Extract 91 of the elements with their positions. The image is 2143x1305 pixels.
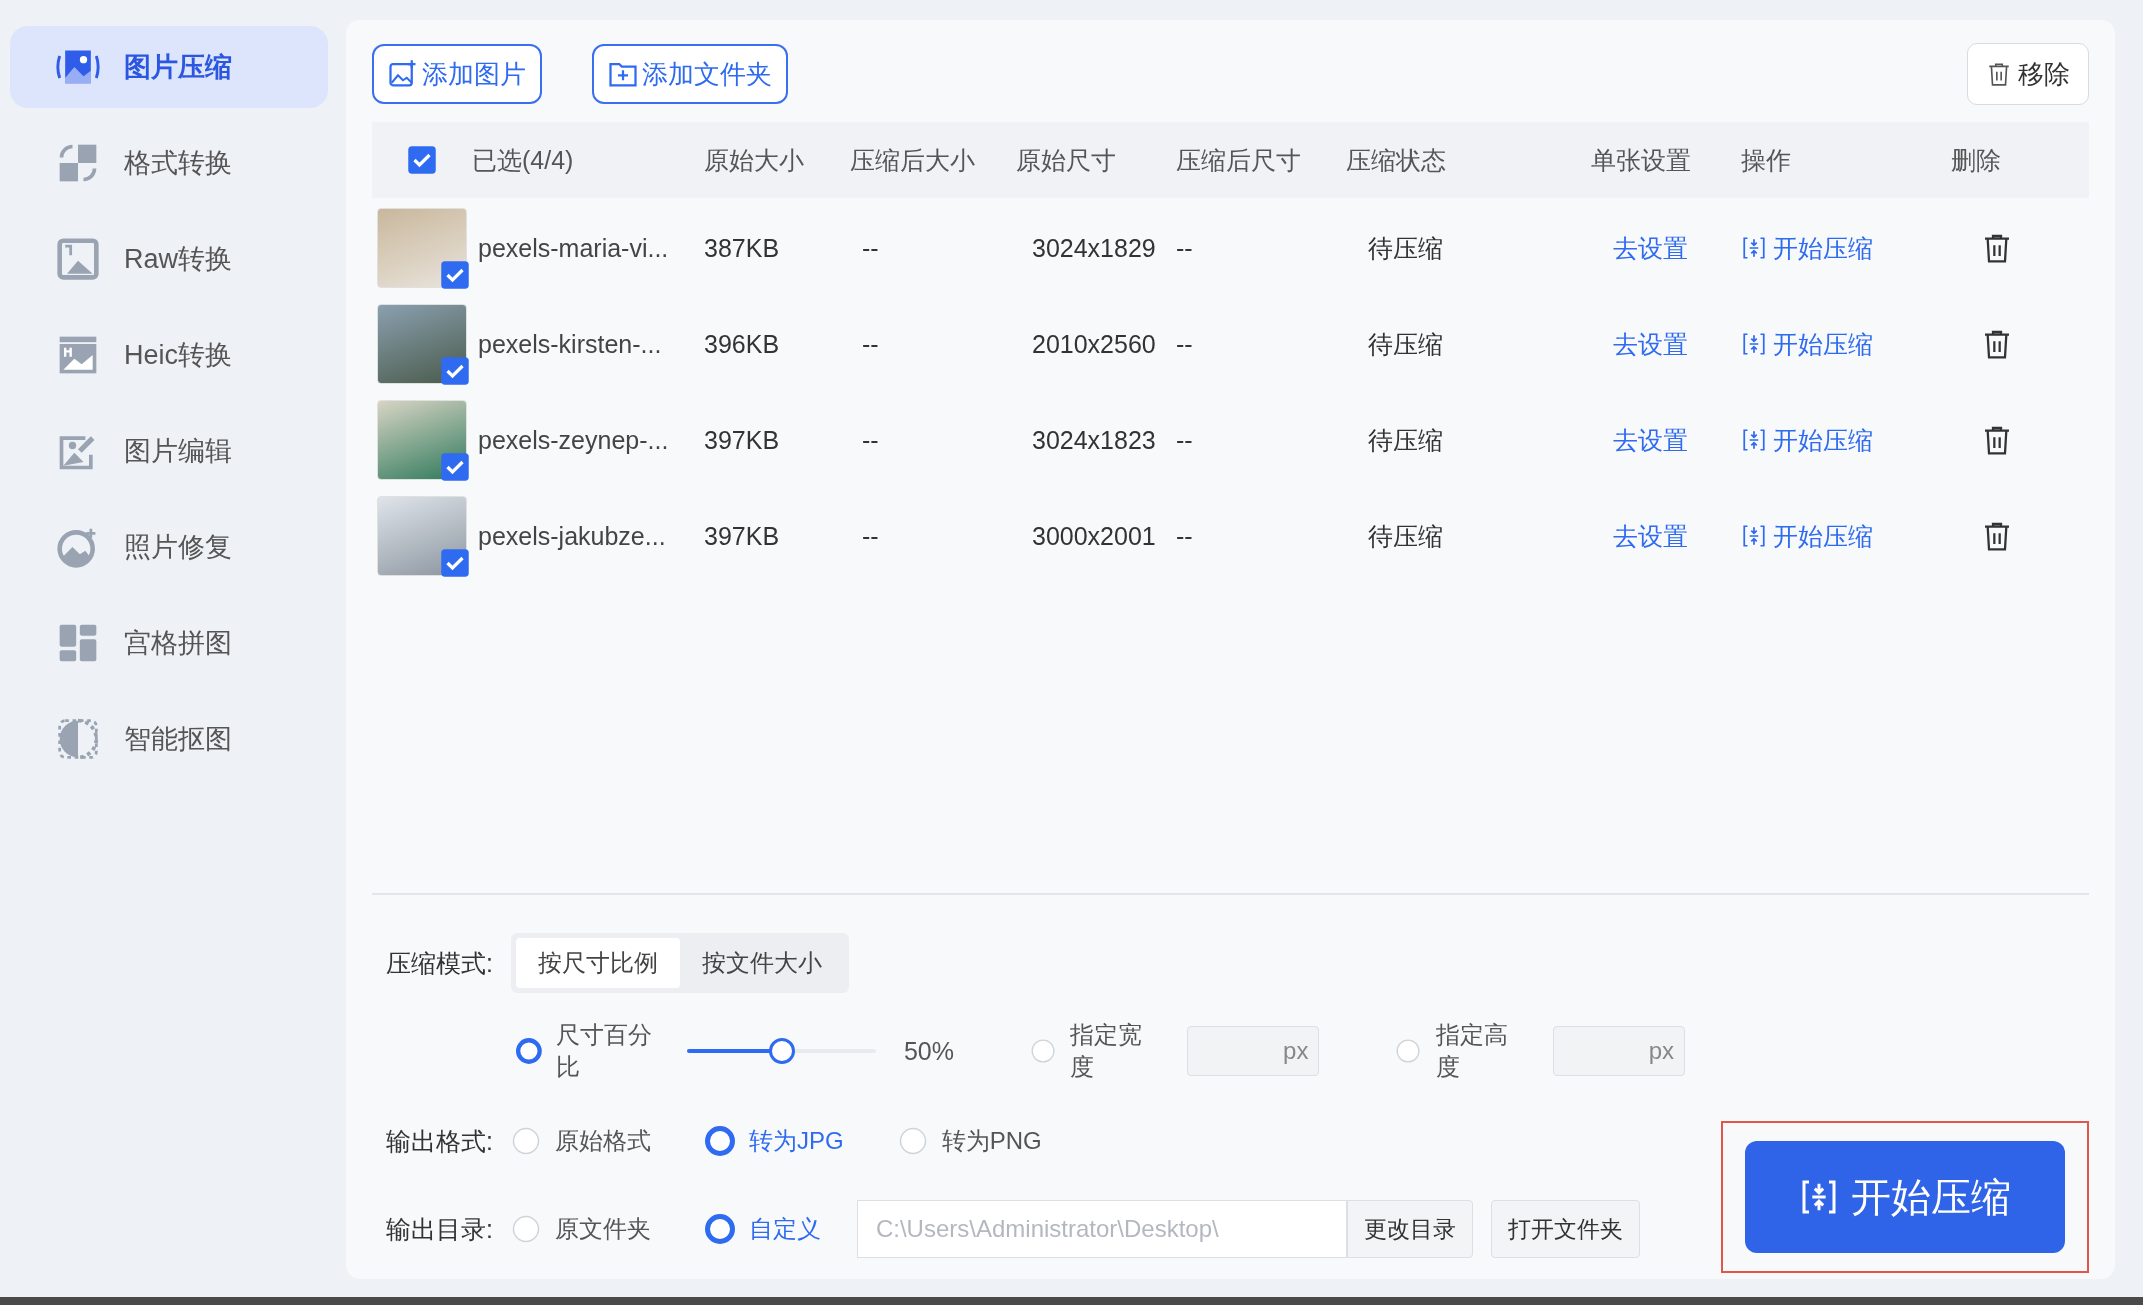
setting-label: 输出格式: [386, 1125, 493, 1157]
option-label[interactable]: 原始格式 [554, 1125, 651, 1157]
radio-button[interactable] [510, 1126, 541, 1156]
sidebar-item[interactable]: 宫格拼图 [10, 602, 328, 684]
table-cell-text: 2010x2560 [1031, 329, 1157, 359]
settings-link[interactable]: 去设置 [1613, 519, 1688, 553]
settings-link[interactable]: 去设置 [1613, 231, 1688, 265]
mode-tab[interactable]: 按文件大小 [679, 938, 844, 988]
change-directory-button[interactable]: 更改目录 [1346, 1200, 1473, 1258]
cutout-icon [56, 717, 100, 761]
add-image-icon [388, 59, 418, 89]
radio-button[interactable] [704, 1214, 735, 1244]
column-header: 原始大小 [704, 144, 805, 176]
start-compress-link[interactable]: 开始压缩 [1741, 519, 1873, 553]
file-name: pexels-kirsten-... [477, 329, 663, 359]
radio-button[interactable] [510, 1214, 541, 1244]
table-cell-text: 396KB [704, 329, 781, 359]
sidebar-item[interactable]: 智能抠图 [10, 698, 328, 780]
option-label[interactable]: 转为PNG [941, 1125, 1042, 1157]
sidebar-item[interactable]: Heic转换 [10, 314, 328, 396]
compress-icon [1741, 331, 1767, 357]
compress-icon [1741, 235, 1767, 261]
table-cell-text: 397KB [704, 425, 781, 455]
option-label[interactable]: 原文件夹 [554, 1213, 651, 1245]
column-header: 单张设置 [1591, 144, 1692, 176]
start-compress-link[interactable]: 开始压缩 [1741, 231, 1873, 265]
add-image-button[interactable]: 添加图片 [372, 44, 542, 104]
file-name: pexels-jakubze... [477, 521, 667, 551]
compress-icon [1741, 427, 1767, 453]
status-text: 待压缩 [1367, 424, 1444, 456]
table-cell-text: -- [1176, 425, 1194, 455]
table-cell-text: 387KB [704, 233, 781, 263]
radio-button[interactable] [704, 1126, 735, 1156]
table-cell-text: -- [861, 329, 880, 359]
option-label: 尺寸百分比 [555, 1020, 653, 1082]
status-text: 待压缩 [1367, 232, 1444, 264]
start-compress-link[interactable]: 开始压缩 [1741, 327, 1873, 361]
table-cell-text: 3024x1823 [1031, 425, 1157, 455]
table-cell-text: 3024x1829 [1031, 233, 1157, 263]
checkbox[interactable] [440, 356, 470, 386]
compress-icon [1741, 523, 1767, 549]
sidebar-item[interactable]: 照片修复 [10, 506, 328, 588]
sidebar-item[interactable]: 图片编辑 [10, 410, 328, 492]
file-name: pexels-maria-vi... [477, 233, 670, 263]
table-cell-text: -- [861, 425, 880, 455]
checkbox[interactable] [440, 548, 470, 578]
table-cell-text: -- [861, 521, 880, 551]
column-header: 压缩后尺寸 [1176, 144, 1302, 176]
percent-value: 50% [903, 1036, 954, 1066]
checkbox[interactable] [440, 452, 470, 482]
remove-button[interactable]: 移除 [1967, 43, 2089, 105]
option-label[interactable]: 自定义 [748, 1213, 821, 1245]
setting-label: 压缩模式: [386, 947, 493, 979]
sidebar-item[interactable]: 格式转换 [10, 122, 328, 204]
select-all-label: 已选(4/4) [472, 144, 575, 176]
trash-icon [1986, 61, 2012, 87]
checkbox[interactable] [440, 260, 470, 290]
settings-link[interactable]: 去设置 [1613, 327, 1688, 361]
column-header: 操作 [1741, 144, 1792, 176]
sidebar-item[interactable]: Raw转换 [10, 218, 328, 300]
add-folder-button[interactable]: 添加文件夹 [592, 44, 788, 104]
option-label[interactable]: 转为JPG [748, 1125, 844, 1157]
column-header: 压缩后大小 [850, 144, 976, 176]
option-label: 指定高度 [1435, 1020, 1509, 1082]
raw-image-icon [56, 237, 100, 281]
file-name: pexels-zeynep-... [477, 425, 670, 455]
column-header: 压缩状态 [1346, 144, 1447, 176]
sidebar-item[interactable]: 图片压缩 [10, 26, 328, 108]
open-folder-button[interactable]: 打开文件夹 [1490, 1200, 1640, 1258]
column-header: 删除 [1951, 144, 2002, 176]
start-compress-button[interactable]: 开始压缩 [1745, 1141, 2065, 1253]
table-cell-text: -- [861, 233, 880, 263]
radio-button[interactable] [516, 1036, 542, 1066]
mode-tab[interactable]: 按尺寸比例 [515, 938, 680, 988]
column-header: 原始尺寸 [1016, 144, 1117, 176]
input-field[interactable]: px [1187, 1026, 1320, 1076]
table-cell-text: -- [1176, 329, 1194, 359]
start-compress-link[interactable]: 开始压缩 [1741, 423, 1873, 457]
table-cell-text: -- [1176, 521, 1194, 551]
settings-link[interactable]: 去设置 [1613, 423, 1688, 457]
option-label: 指定宽度 [1070, 1020, 1143, 1082]
setting-label: 输出目录: [386, 1213, 493, 1245]
status-text: 待压缩 [1367, 328, 1444, 360]
slider-thumb[interactable] [769, 1038, 796, 1064]
table-cell-text: 3000x2001 [1031, 521, 1157, 551]
status-text: 待压缩 [1367, 520, 1444, 552]
table-cell-text: -- [1176, 233, 1194, 263]
radio-button[interactable] [897, 1126, 928, 1156]
checkbox[interactable] [407, 145, 437, 175]
table-cell-text: 397KB [704, 521, 781, 551]
input-field[interactable]: px [1553, 1026, 1685, 1076]
